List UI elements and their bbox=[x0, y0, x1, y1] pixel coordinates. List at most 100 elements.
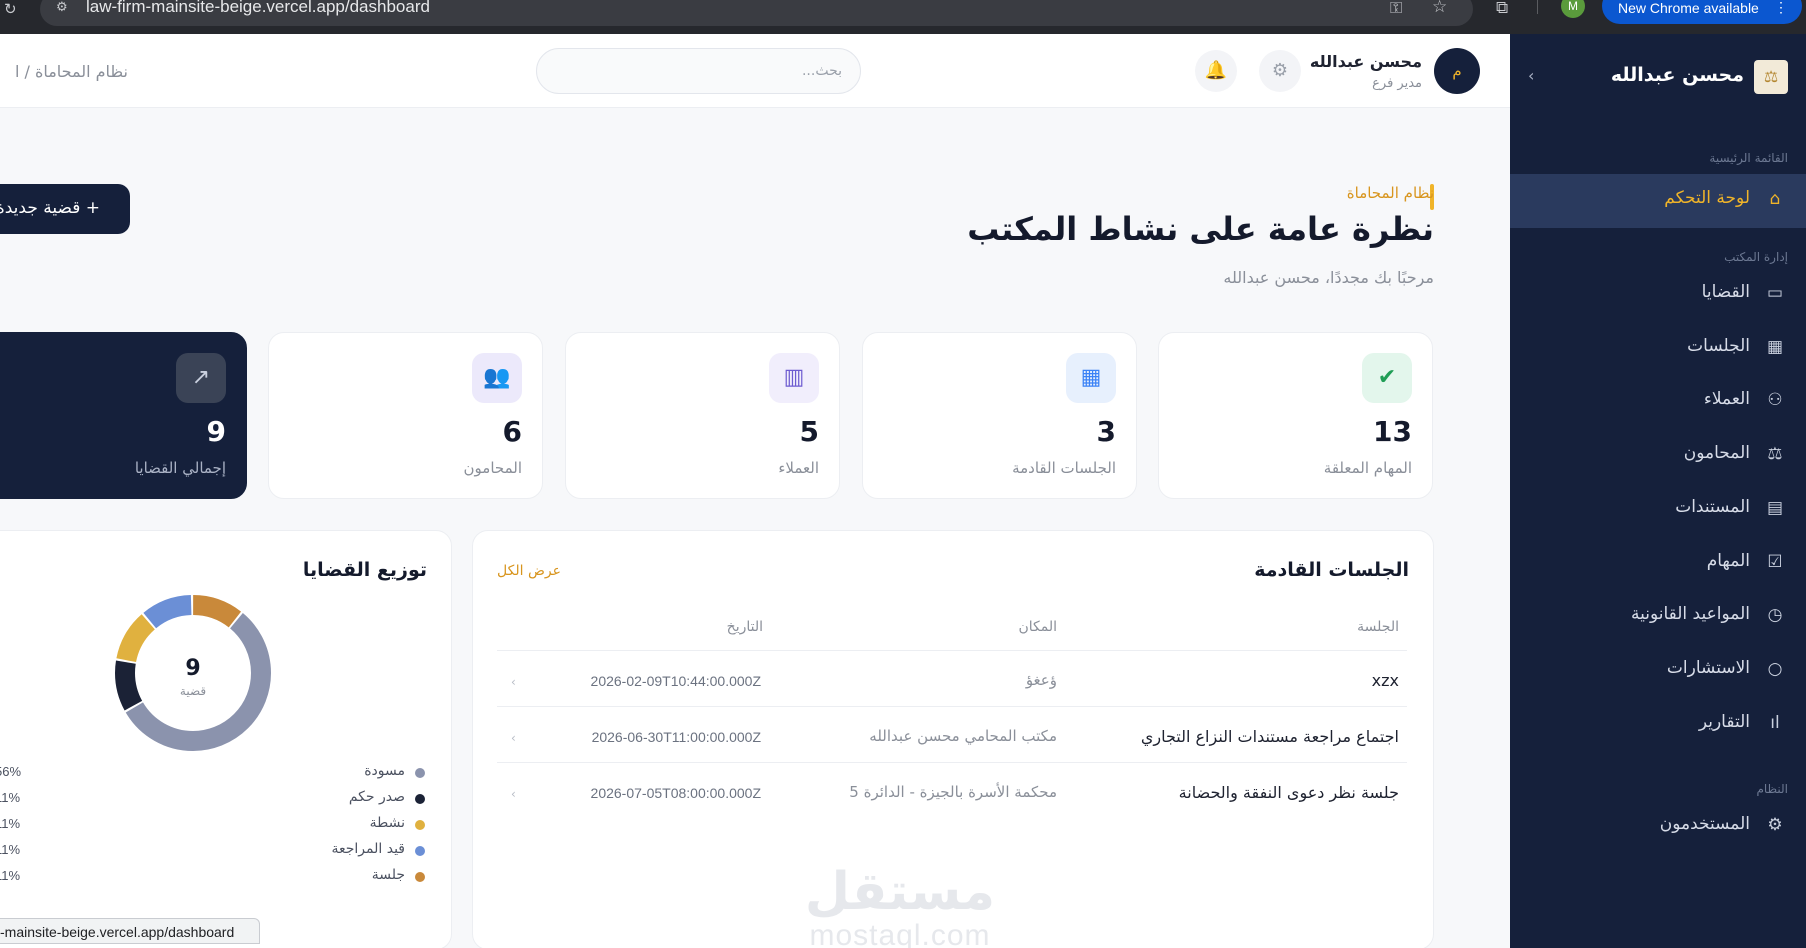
legend-swatch bbox=[415, 872, 425, 882]
sidebar-item-label: لوحة التحكم bbox=[1664, 188, 1750, 208]
sidebar-item-label: الاستشارات bbox=[1666, 658, 1750, 678]
user-avatar[interactable]: م bbox=[1434, 48, 1480, 94]
panel-title: الجلسات القادمة bbox=[1254, 559, 1409, 581]
sidebar-item-label: المهام bbox=[1706, 551, 1750, 571]
gear-icon: ⚙ bbox=[1767, 815, 1783, 835]
sidebar-item-label: التقارير bbox=[1698, 712, 1750, 732]
stat-card-lawyers[interactable]: 👥 6 المحامون bbox=[268, 332, 543, 499]
sidebar-item-legal-deadlines[interactable]: ◷ المواعيد القانونية bbox=[1510, 590, 1806, 644]
stat-label: العملاء bbox=[778, 459, 819, 477]
donut-center-label: قضية bbox=[180, 684, 206, 698]
stat-card-pending-tasks[interactable]: ✔ 13 المهام المعلقة bbox=[1158, 332, 1433, 499]
scales-icon: ⚖ bbox=[1754, 60, 1788, 94]
profile-avatar[interactable]: M bbox=[1561, 0, 1585, 18]
legend-swatch bbox=[415, 820, 425, 830]
users-icon: ⚇ bbox=[1767, 390, 1783, 410]
legend-value: 11% bbox=[0, 842, 21, 857]
check-icon: ✔ bbox=[1362, 353, 1412, 403]
browser-toolbar: ↻ ⚙ law-firm-mainsite-beige.vercel.app/d… bbox=[0, 0, 1806, 34]
legend-value: 11% bbox=[0, 790, 21, 805]
legend-value: 56% bbox=[0, 764, 22, 779]
main-content: نظام المحاماة / ا بحث... 🔔 ⚙ محسن عبدالل… bbox=[0, 34, 1510, 948]
chrome-update-label: New Chrome available bbox=[1618, 0, 1759, 16]
top-header: نظام المحاماة / ا بحث... 🔔 ⚙ محسن عبدالل… bbox=[0, 34, 1510, 108]
stat-label: إجمالي القضايا bbox=[134, 459, 226, 477]
sidebar-item-label: المحامون bbox=[1683, 443, 1750, 463]
sidebar-item-label: المواعيد القانونية bbox=[1630, 604, 1750, 624]
legend-item: نشطة 11% bbox=[0, 815, 451, 835]
stat-card-upcoming-sessions[interactable]: ▦ 3 الجلسات القادمة bbox=[862, 332, 1137, 499]
sidebar-item-documents[interactable]: ▤ المستندات bbox=[1510, 483, 1806, 537]
row-divider bbox=[497, 706, 1407, 707]
home-icon: ⌂ bbox=[1769, 189, 1781, 209]
bar-chart-icon: ıl bbox=[1770, 713, 1780, 733]
sidebar-item-label: القضايا bbox=[1701, 282, 1750, 302]
building-icon: ▥ bbox=[769, 353, 819, 403]
chart-title: توزيع القضايا bbox=[302, 559, 427, 581]
brand-name: محسن عبدالله bbox=[1610, 64, 1744, 86]
stat-value: 6 bbox=[502, 415, 522, 448]
legend-swatch bbox=[415, 846, 425, 856]
legend-value: 11% bbox=[0, 868, 21, 883]
new-case-button[interactable]: + قضية جديدة bbox=[0, 184, 130, 234]
sidebar-item-reports[interactable]: ıl التقارير bbox=[1510, 698, 1806, 752]
watermark-arabic: مستقل bbox=[804, 862, 996, 922]
collapse-chevron-icon[interactable]: ‹ bbox=[1528, 66, 1534, 85]
chevron-left-icon[interactable]: ‹ bbox=[511, 675, 516, 689]
bookmark-star-icon[interactable]: ☆ bbox=[1432, 0, 1447, 17]
column-header-date: التاريخ bbox=[726, 619, 763, 635]
sidebar: ⚖ محسن عبدالله ‹ القائمة الرئيسية ⌂ لوحة… bbox=[1510, 34, 1806, 948]
search-input[interactable]: بحث... bbox=[536, 48, 861, 94]
stat-label: المهام المعلقة bbox=[1323, 459, 1412, 477]
tasks-icon: ☑ bbox=[1767, 552, 1783, 572]
more-menu-icon[interactable]: ⋮ bbox=[1774, 0, 1788, 16]
extensions-icon[interactable]: ⧉ bbox=[1496, 0, 1508, 18]
session-name: xzx bbox=[1371, 671, 1399, 690]
chart-icon: ↗ bbox=[176, 353, 226, 403]
sidebar-item-label: المستندات bbox=[1675, 497, 1750, 517]
user-role: مدير فرع bbox=[1372, 76, 1422, 91]
chevron-left-icon[interactable]: ‹ bbox=[511, 787, 516, 801]
stat-value: 13 bbox=[1373, 415, 1412, 448]
legend-swatch bbox=[415, 794, 425, 804]
sidebar-item-dashboard[interactable]: ⌂ لوحة التحكم bbox=[1510, 174, 1806, 228]
stat-card-total-cases[interactable]: ↗ 9 إجمالي القضايا bbox=[0, 332, 247, 499]
sidebar-item-label: العملاء bbox=[1703, 389, 1750, 409]
table-divider bbox=[497, 650, 1407, 651]
notifications-bell-icon[interactable]: 🔔 bbox=[1195, 50, 1237, 92]
scales-icon: ⚖ bbox=[1767, 444, 1783, 464]
stat-card-clients[interactable]: ▥ 5 العملاء bbox=[565, 332, 840, 499]
watermark: مستقل mostaql.com bbox=[790, 864, 1010, 948]
sidebar-item-users[interactable]: ⚙ المستخدمون bbox=[1510, 800, 1806, 854]
chevron-left-icon[interactable]: ‹ bbox=[511, 731, 516, 745]
page-eyebrow: نظام المحاماة bbox=[1346, 184, 1434, 202]
sidebar-item-consultations[interactable]: ○ الاستشارات bbox=[1510, 644, 1806, 698]
sidebar-item-label: المستخدمون bbox=[1659, 814, 1750, 834]
chrome-update-button[interactable]: New Chrome available ⋮ bbox=[1602, 0, 1802, 24]
sidebar-item-lawyers[interactable]: ⚖ المحامون bbox=[1510, 429, 1806, 483]
sidebar-item-clients[interactable]: ⚇ العملاء bbox=[1510, 375, 1806, 429]
sidebar-item-label: الجلسات bbox=[1687, 336, 1750, 356]
legend-label: جلسة bbox=[371, 867, 405, 883]
clock-icon: ◷ bbox=[1767, 605, 1783, 625]
sidebar-item-cases[interactable]: ▭ القضايا bbox=[1510, 268, 1806, 322]
address-bar-url[interactable]: law-firm-mainsite-beige.vercel.app/dashb… bbox=[86, 0, 430, 17]
reload-icon[interactable]: ↻ bbox=[4, 0, 17, 18]
sidebar-item-tasks[interactable]: ☑ المهام bbox=[1510, 537, 1806, 591]
donut-center-value: 9 bbox=[185, 656, 200, 681]
session-place: مكتب المحامي محسن عبدالله bbox=[869, 727, 1057, 745]
breadcrumb[interactable]: نظام المحاماة / ا bbox=[0, 62, 128, 81]
plus-icon: + bbox=[85, 198, 100, 218]
legend-item: جلسة 11% bbox=[0, 867, 451, 887]
stat-label: الجلسات القادمة bbox=[1012, 459, 1116, 477]
case-distribution-panel: توزيع القضايا 9قضية مسودة56%صدر حكم11%نش… bbox=[0, 530, 452, 948]
password-key-icon[interactable]: ⚿ bbox=[1390, 0, 1402, 18]
sidebar-item-sessions[interactable]: ▦ الجلسات bbox=[1510, 322, 1806, 376]
view-all-link[interactable]: عرض الكل bbox=[497, 563, 561, 579]
column-header-session: الجلسة bbox=[1357, 619, 1399, 635]
calendar-icon: ▦ bbox=[1066, 353, 1116, 403]
distribution-donut-chart: 9 قضية bbox=[115, 595, 271, 751]
site-settings-icon[interactable]: ⚙ bbox=[56, 0, 74, 15]
people-icon: 👥 bbox=[472, 353, 522, 403]
toolbar-divider bbox=[1537, 0, 1538, 14]
